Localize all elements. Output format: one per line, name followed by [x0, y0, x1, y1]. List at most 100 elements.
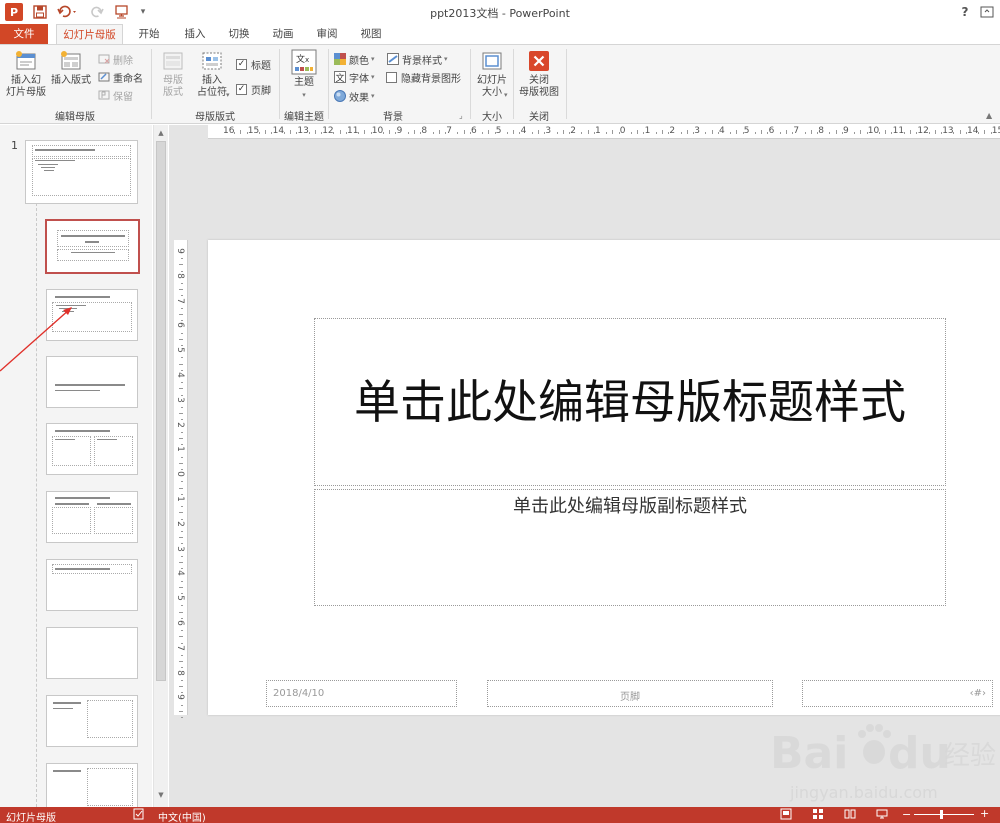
- title-placeholder[interactable]: 单击此处编辑母版标题样式: [314, 318, 946, 486]
- undo-icon[interactable]: [55, 3, 81, 21]
- themes-label: 主题: [294, 77, 314, 88]
- date-placeholder[interactable]: 2018/4/10: [266, 680, 457, 707]
- ruler-tick: [786, 130, 787, 134]
- layout-thumbnail[interactable]: [46, 491, 138, 543]
- layout-connector-line: [36, 203, 37, 807]
- ruler-tick: [457, 132, 459, 134]
- thumb-text-line: [55, 384, 125, 386]
- chevron-down-icon: ▾: [371, 73, 375, 81]
- collapse-ribbon-icon[interactable]: ▲: [986, 111, 992, 120]
- zoom-slider-handle[interactable]: [940, 810, 943, 819]
- layout-thumbnail[interactable]: [46, 695, 138, 747]
- colors-button[interactable]: 颜色 ▾: [333, 51, 375, 67]
- ruler-label: 10: [371, 126, 384, 136]
- ruler-tick: [181, 518, 183, 520]
- tab-slide-master[interactable]: 幻灯片母版: [56, 24, 123, 45]
- slide-size-icon: [480, 49, 504, 73]
- effects-button[interactable]: 效果 ▾: [333, 88, 375, 104]
- insert-layout-button[interactable]: 插入版式: [48, 49, 94, 87]
- ruler-tick: [934, 130, 936, 134]
- thumb-text-line: [35, 149, 95, 151]
- fonts-button[interactable]: 文 字体 ▾: [333, 69, 375, 85]
- ruler-tick: [854, 132, 856, 134]
- ruler-tick: [835, 130, 837, 134]
- slide-sorter-icon[interactable]: [812, 808, 824, 823]
- slide-master-thumbnail[interactable]: [25, 140, 138, 204]
- ruler-tick: [181, 679, 183, 681]
- status-language[interactable]: 中文(中国): [158, 809, 206, 823]
- slideshow-from-start-icon[interactable]: [112, 3, 134, 21]
- title-slide-layout-thumbnail[interactable]: [45, 219, 140, 274]
- title-bar: P ▾ ppt2013文档 - PowerPoint ?: [0, 0, 1000, 24]
- preserve-button[interactable]: 保留: [97, 87, 133, 103]
- ribbon-tabs: 文件 幻灯片母版 开始 插入 切换 动画 审阅 视图: [0, 24, 1000, 45]
- themes-button[interactable]: 文x 主题 ▾: [286, 49, 322, 101]
- tab-file[interactable]: 文件: [0, 24, 48, 44]
- ruler-tick: [587, 130, 589, 134]
- background-styles-button[interactable]: 背景样式 ▾: [386, 51, 448, 67]
- ruler-tick: [181, 320, 183, 322]
- spelling-check-icon[interactable]: [133, 808, 145, 823]
- rename-icon: [97, 71, 110, 84]
- ruler-label: 8: [174, 272, 185, 279]
- tab-view[interactable]: 视图: [350, 24, 392, 44]
- save-icon[interactable]: [30, 3, 50, 21]
- layout-thumbnail[interactable]: [46, 559, 138, 611]
- effects-icon: [333, 90, 346, 103]
- vertical-ruler[interactable]: 9 8 7 6 5 4 3 2 1 0 1 2 3 4 5 6 7 8 9: [174, 240, 188, 718]
- zoom-slider-track[interactable]: [914, 814, 974, 815]
- powerpoint-app-icon[interactable]: P: [5, 3, 23, 21]
- scroll-down-icon[interactable]: ▼: [154, 789, 168, 801]
- scrollbar-thumb[interactable]: [156, 141, 166, 681]
- redo-icon[interactable]: [88, 3, 106, 21]
- ruler-tick: [181, 717, 183, 718]
- subtitle-placeholder-text: 单击此处编辑母版副标题样式: [513, 496, 747, 517]
- close-master-view-button[interactable]: 关闭 母版视图: [516, 49, 562, 99]
- layout-thumbnail[interactable]: [46, 627, 138, 679]
- scroll-up-icon[interactable]: ▲: [154, 127, 168, 139]
- ruler-tick: [179, 289, 183, 291]
- title-checkbox[interactable]: ✓ 标题: [236, 56, 271, 72]
- insert-slide-master-button[interactable]: 插入幻 灯片母版: [4, 49, 48, 99]
- horizontal-ruler[interactable]: 16 15 14 13 12 11 10 9 8 7 6 5 4 3 2 1 0 1 2 3 4 5 6 7 8 9 10 11 12 1…: [208, 125, 1000, 139]
- tab-transitions[interactable]: 切换: [218, 24, 260, 44]
- rename-button[interactable]: 重命名: [97, 69, 143, 85]
- customize-toolbar-icon[interactable]: ▾: [138, 3, 148, 21]
- layout-thumbnail[interactable]: [46, 763, 138, 807]
- footer-checkbox[interactable]: ✓ 页脚: [236, 81, 271, 97]
- hide-background-checkbox[interactable]: 隐藏背景图形: [386, 69, 461, 85]
- tab-home[interactable]: 开始: [128, 24, 170, 44]
- tab-animations[interactable]: 动画: [262, 24, 304, 44]
- thumb-text-line: [44, 170, 54, 171]
- zoom-out-icon[interactable]: −: [902, 808, 911, 821]
- tab-insert[interactable]: 插入: [174, 24, 216, 44]
- footer-placeholder[interactable]: 页脚: [487, 680, 773, 707]
- ruler-tick: [779, 132, 781, 134]
- dialog-launcher-icon[interactable]: ⌟: [459, 111, 463, 120]
- ruler-label: 12: [917, 126, 929, 136]
- thumbnail-scrollbar[interactable]: ▲ ▼: [153, 125, 168, 807]
- thumb-text-line: [97, 503, 131, 505]
- ruler-label: 1: [595, 126, 601, 136]
- slide-number-placeholder[interactable]: ‹#›: [802, 680, 993, 707]
- insert-placeholder-button[interactable]: 插入 占位符 ▾: [192, 49, 232, 99]
- slide-size-button[interactable]: 幻灯片 大小 ▾: [474, 49, 510, 99]
- delete-button[interactable]: 删除: [97, 51, 133, 67]
- ruler-tick: [181, 345, 183, 346]
- reading-view-icon[interactable]: [844, 808, 856, 823]
- ruler-tick: [829, 132, 831, 134]
- tab-review[interactable]: 审阅: [306, 24, 348, 44]
- slide-master-canvas[interactable]: 单击此处编辑母版标题样式 单击此处编辑母版副标题样式 2018/4/10 页脚 …: [208, 240, 1000, 715]
- ruler-tick: [283, 132, 285, 134]
- ruler-label: 13: [942, 126, 954, 136]
- ruler-label: 7: [446, 126, 452, 136]
- master-layout-button[interactable]: 母版 版式: [158, 49, 188, 99]
- zoom-in-icon[interactable]: +: [980, 807, 989, 820]
- ribbon-display-options-icon[interactable]: [974, 2, 1000, 22]
- ruler-tick: [860, 130, 862, 134]
- layout-thumbnail[interactable]: [46, 423, 138, 475]
- ruler-tick: [179, 537, 183, 539]
- slideshow-icon[interactable]: [876, 808, 888, 823]
- subtitle-placeholder[interactable]: 单击此处编辑母版副标题样式: [314, 489, 946, 606]
- normal-view-icon[interactable]: [780, 808, 792, 823]
